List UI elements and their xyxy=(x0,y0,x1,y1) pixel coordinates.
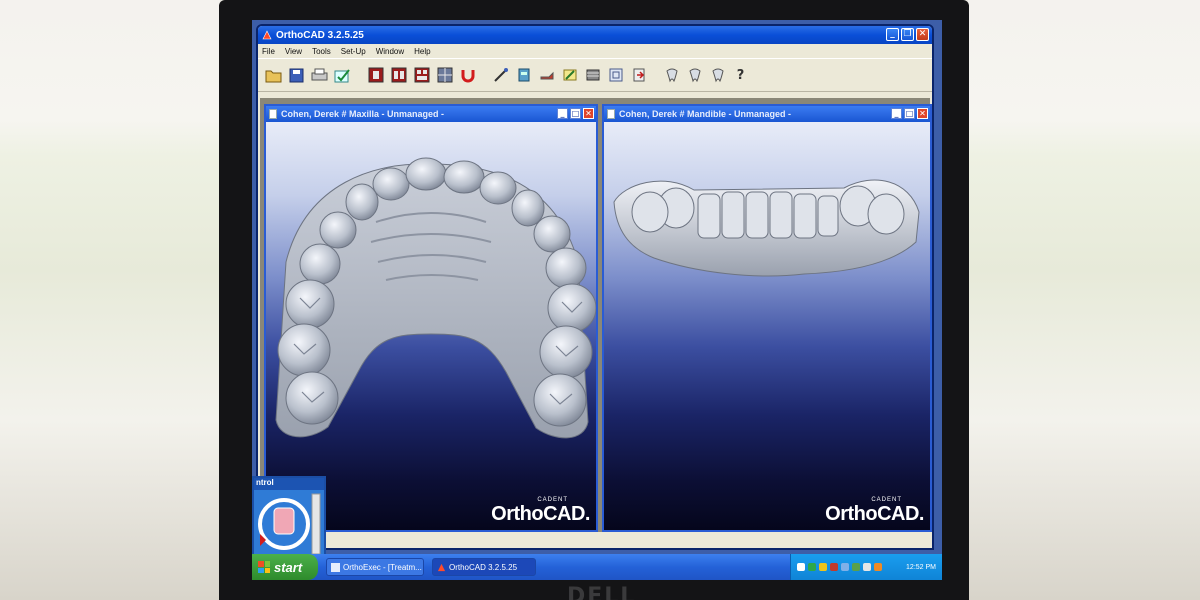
help-icon[interactable]: ? xyxy=(731,66,750,85)
print-icon[interactable] xyxy=(310,66,329,85)
measure-icon[interactable] xyxy=(491,66,510,85)
mandible-maximize-button[interactable]: □ xyxy=(904,108,915,119)
bolt-icon[interactable] xyxy=(537,66,556,85)
background-right xyxy=(968,0,1200,600)
menu-setup[interactable]: Set-Up xyxy=(341,47,366,56)
maxilla-window: Cohen, Derek # Maxilla - Unmanaged - _ □… xyxy=(264,104,598,532)
maxilla-watermark: CADENT OrthoCAD. xyxy=(491,497,590,526)
tray-volume-icon[interactable] xyxy=(841,563,849,571)
mdi-workspace: Cohen, Derek # Maxilla - Unmanaged - _ □… xyxy=(260,98,932,532)
layout-4-icon[interactable] xyxy=(435,66,454,85)
side-control-widget[interactable]: ntrol xyxy=(252,476,326,558)
taskbar-item-orthocad[interactable]: OrthoCAD 3.2.5.25 xyxy=(432,558,536,576)
layout-3-icon[interactable] xyxy=(412,66,431,85)
monitor-brand: DELL xyxy=(567,584,637,600)
start-label: start xyxy=(274,559,303,575)
mandible-minimize-button[interactable]: _ xyxy=(891,108,902,119)
dial-icon xyxy=(258,493,321,555)
tray-alert-icon[interactable] xyxy=(874,563,882,571)
model-icon[interactable] xyxy=(514,66,533,85)
open-folder-icon[interactable] xyxy=(264,66,283,85)
segment-icon[interactable] xyxy=(606,66,625,85)
mandible-title: Cohen, Derek # Mandible - Unmanaged - xyxy=(619,109,792,119)
document-icon xyxy=(607,109,615,119)
taskbar-item-orthoexec[interactable]: OrthoExec - [Treatm... xyxy=(326,558,424,576)
system-tray: 12:52 PM xyxy=(790,554,942,580)
maxilla-close-button[interactable]: ✕ xyxy=(583,108,594,119)
desktop-screen: OrthoCAD 3.2.5.25 _ ❐ ✕ File View Tools … xyxy=(252,20,942,580)
orthocad-logo-icon xyxy=(437,563,446,571)
menu-view[interactable]: View xyxy=(285,47,302,56)
taskbar: start OrthoExec - [Treatm... OrthoCAD 3.… xyxy=(252,554,942,580)
tooth-2-icon[interactable] xyxy=(685,66,704,85)
save-icon[interactable] xyxy=(287,66,306,85)
background-left xyxy=(0,0,220,600)
maxilla-titlebar[interactable]: Cohen, Derek # Maxilla - Unmanaged - _ □… xyxy=(266,106,596,122)
side-widget-title: ntrol xyxy=(254,478,324,490)
start-button[interactable]: start xyxy=(252,554,318,580)
menu-bar: File View Tools Set-Up Window Help xyxy=(258,44,932,58)
mandible-watermark: CADENT OrthoCAD. xyxy=(825,497,924,526)
restore-button[interactable]: ❐ xyxy=(901,28,914,41)
mandible-model xyxy=(613,179,920,277)
menu-file[interactable]: File xyxy=(262,47,275,56)
window-icon xyxy=(331,562,340,572)
menu-help[interactable]: Help xyxy=(414,47,430,56)
menu-window[interactable]: Window xyxy=(376,47,404,56)
windows-flag-icon xyxy=(258,561,270,573)
layout-1-icon[interactable] xyxy=(366,66,385,85)
mandible-titlebar[interactable]: Cohen, Derek # Mandible - Unmanaged - _ … xyxy=(604,106,930,122)
mandible-3d-viewport[interactable]: CADENT OrthoCAD. xyxy=(604,122,930,530)
watermark-brand-big: OrthoCAD. xyxy=(825,503,924,525)
tray-update-icon[interactable] xyxy=(852,563,860,571)
watermark-brand-big: OrthoCAD. xyxy=(491,503,590,525)
orthocad-window: OrthoCAD 3.2.5.25 _ ❐ ✕ File View Tools … xyxy=(256,24,934,550)
mandible-window: Cohen, Derek # Mandible - Unmanaged - _ … xyxy=(602,104,932,532)
check-icon[interactable] xyxy=(333,66,352,85)
taskbar-item-label: OrthoExec - [Treatm... xyxy=(343,562,422,572)
menu-tools[interactable]: Tools xyxy=(312,47,331,56)
document-icon xyxy=(269,109,277,119)
clock[interactable]: 12:52 PM xyxy=(906,564,936,571)
tray-app-icon[interactable] xyxy=(830,563,838,571)
edit-icon[interactable] xyxy=(560,66,579,85)
taskbar-item-label: OrthoCAD 3.2.5.25 xyxy=(449,562,518,572)
maxilla-model xyxy=(275,157,596,439)
magnet-icon[interactable] xyxy=(458,66,477,85)
mandible-close-button[interactable]: ✕ xyxy=(917,108,928,119)
toolbar: ? xyxy=(258,58,932,92)
table-icon[interactable] xyxy=(583,66,602,85)
export-icon[interactable] xyxy=(629,66,648,85)
tray-display-icon[interactable] xyxy=(863,563,871,571)
tray-arrow-icon[interactable] xyxy=(797,563,805,571)
tooth-3-icon[interactable] xyxy=(708,66,727,85)
close-button[interactable]: ✕ xyxy=(916,28,929,41)
tooth-1-icon[interactable] xyxy=(662,66,681,85)
layout-2-icon[interactable] xyxy=(389,66,408,85)
app-title: OrthoCAD 3.2.5.25 xyxy=(276,29,364,41)
maxilla-3d-viewport[interactable]: CADENT OrthoCAD. xyxy=(266,122,596,530)
maxilla-minimize-button[interactable]: _ xyxy=(557,108,568,119)
orthocad-logo-icon xyxy=(262,30,272,40)
app-titlebar[interactable]: OrthoCAD 3.2.5.25 _ ❐ ✕ xyxy=(258,26,932,44)
maxilla-maximize-button[interactable]: □ xyxy=(570,108,581,119)
maxilla-title: Cohen, Derek # Maxilla - Unmanaged - xyxy=(281,109,445,119)
tray-security-icon[interactable] xyxy=(819,563,827,571)
tray-network-icon[interactable] xyxy=(808,563,816,571)
minimize-button[interactable]: _ xyxy=(886,28,899,41)
